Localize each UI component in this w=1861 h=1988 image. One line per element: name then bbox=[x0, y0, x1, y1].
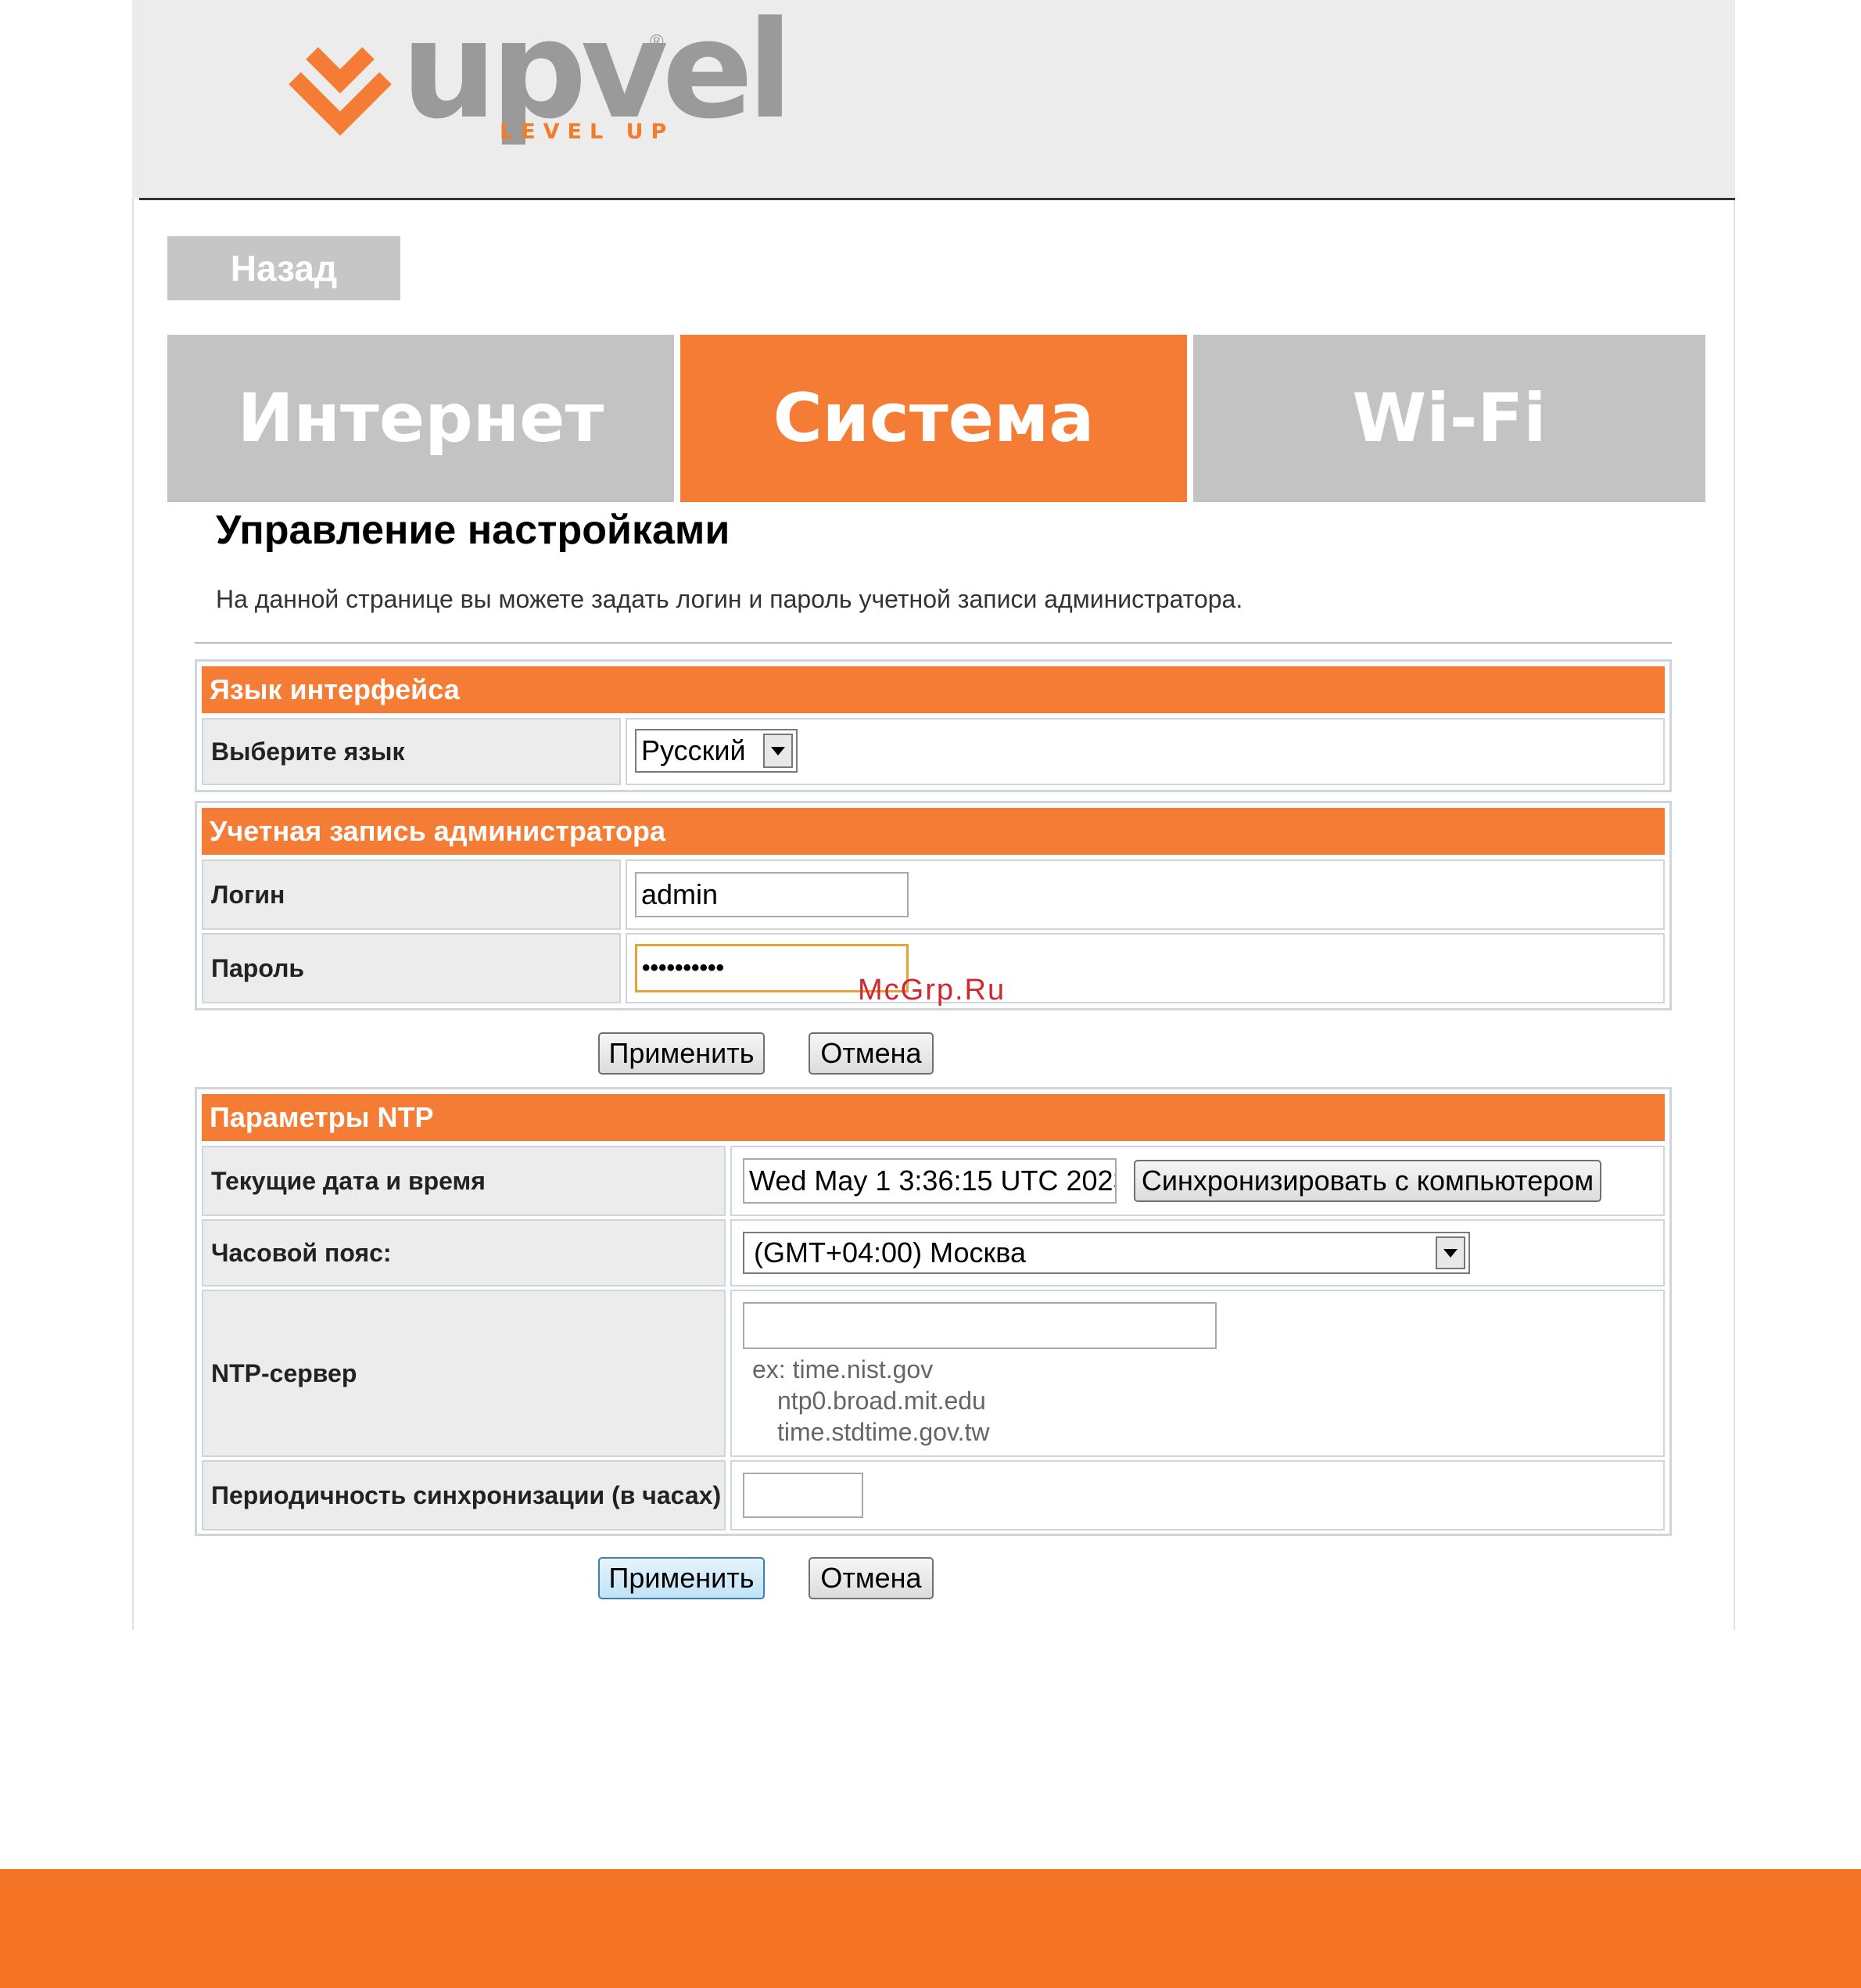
chevron-down-icon[interactable] bbox=[1436, 1236, 1465, 1269]
sync-interval-value-cell bbox=[730, 1460, 1665, 1530]
sync-interval-label: Периодичность синхронизации (в часах) bbox=[202, 1460, 726, 1530]
admin-section-header: Учетная запись администратора bbox=[202, 808, 1665, 855]
back-button[interactable]: Назад bbox=[167, 236, 400, 300]
language-section: Язык интерфейса Выберите язык Русский bbox=[195, 659, 1672, 792]
login-label: Логин bbox=[202, 859, 621, 930]
language-value-cell: Русский bbox=[626, 718, 1665, 785]
ntp-section: Параметры NTP Текущие дата и время Wed M… bbox=[195, 1087, 1672, 1536]
tab-system[interactable]: Система bbox=[680, 335, 1187, 502]
page-title: Управление настройками bbox=[216, 508, 730, 553]
header: upvel ® LEVEL UP bbox=[132, 0, 1735, 199]
chevron-logo-icon bbox=[289, 47, 392, 136]
language-label: Выберите язык bbox=[202, 718, 621, 785]
timezone-value-cell: (GMT+04:00) Москва bbox=[730, 1219, 1665, 1286]
ntp-apply-button[interactable]: Применить bbox=[598, 1557, 765, 1599]
datetime-label: Текущие дата и время bbox=[202, 1146, 726, 1216]
language-select[interactable]: Русский bbox=[635, 729, 798, 773]
sync-with-computer-button[interactable]: Синхронизировать с компьютером bbox=[1134, 1160, 1601, 1202]
ntp-server-hint: ntp0.broad.mit.edu bbox=[777, 1387, 986, 1415]
language-section-header: Язык интерфейса bbox=[202, 666, 1665, 713]
datetime-input[interactable]: Wed May 1 3:36:15 UTC 2023 bbox=[743, 1158, 1117, 1204]
header-divider bbox=[139, 198, 1735, 200]
timezone-select-value: (GMT+04:00) Москва bbox=[754, 1236, 1026, 1269]
datetime-value-cell: Wed May 1 3:36:15 UTC 2023 Синхронизиров… bbox=[730, 1146, 1665, 1216]
login-value-cell: admin bbox=[626, 859, 1665, 930]
tab-internet[interactable]: Интернет bbox=[167, 335, 674, 502]
login-input[interactable]: admin bbox=[635, 872, 909, 917]
ntp-server-hint: time.stdtime.gov.tw bbox=[777, 1418, 990, 1446]
footer-bar bbox=[0, 1869, 1861, 1988]
language-select-value: Русский bbox=[641, 734, 746, 766]
ntp-server-hint: ex: time.nist.gov bbox=[752, 1355, 934, 1383]
tab-wifi[interactable]: Wi-Fi bbox=[1193, 335, 1705, 502]
timezone-label: Часовой пояс: bbox=[202, 1219, 726, 1286]
section-divider bbox=[195, 642, 1672, 644]
timezone-select[interactable]: (GMT+04:00) Москва bbox=[743, 1232, 1470, 1274]
ntp-server-value-cell: ex: time.nist.gov ntp0.broad.mit.edu tim… bbox=[730, 1290, 1665, 1457]
password-label: Пароль bbox=[202, 933, 621, 1003]
ntp-server-label: NTP-сервер bbox=[202, 1290, 726, 1457]
logo-tagline: LEVEL UP bbox=[500, 120, 675, 144]
admin-apply-button[interactable]: Применить bbox=[598, 1032, 765, 1075]
ntp-section-header: Параметры NTP bbox=[202, 1094, 1665, 1141]
sync-interval-input[interactable] bbox=[743, 1473, 863, 1518]
registered-mark: ® bbox=[650, 31, 664, 52]
password-value-cell: •••••••••• bbox=[626, 933, 1665, 1003]
ntp-server-input[interactable] bbox=[743, 1302, 1217, 1349]
chevron-down-icon[interactable] bbox=[763, 734, 793, 768]
logo-wordmark: upvel bbox=[401, 0, 793, 149]
admin-cancel-button[interactable]: Отмена bbox=[809, 1032, 934, 1075]
watermark-text: McGrp.Ru bbox=[858, 974, 1006, 1007]
page-description: На данной странице вы можете задать логи… bbox=[216, 585, 1243, 613]
ntp-cancel-button[interactable]: Отмена bbox=[809, 1557, 934, 1599]
